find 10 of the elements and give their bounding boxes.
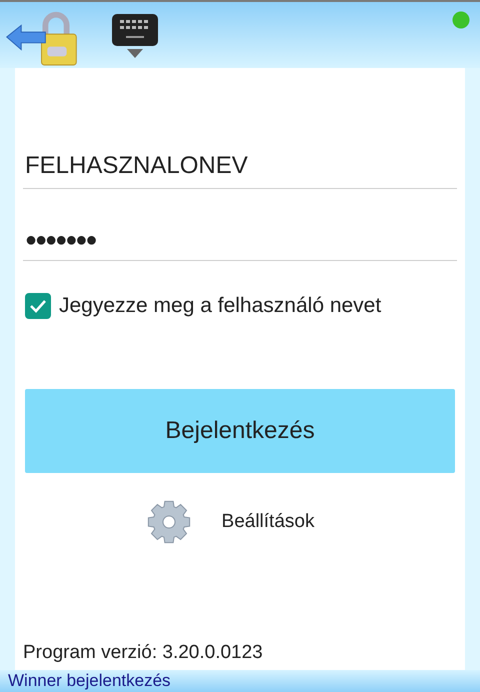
username-field[interactable]: FELHASZNALONEV <box>23 152 457 189</box>
status-bar: Winner bejelentkezés <box>0 670 480 692</box>
keyboard-icon[interactable] <box>112 14 158 60</box>
password-field[interactable]: ●●●●●●● <box>23 229 457 261</box>
gear-icon[interactable] <box>146 499 192 545</box>
remember-checkbox[interactable] <box>25 293 51 319</box>
version-text: Program verzió: 3.20.0.0123 <box>23 642 264 664</box>
remember-label: Jegyezze meg a felhasználó nevet <box>59 294 382 318</box>
login-button[interactable]: Bejelentkezés <box>25 389 455 473</box>
settings-link[interactable]: Beállítások <box>222 511 314 533</box>
